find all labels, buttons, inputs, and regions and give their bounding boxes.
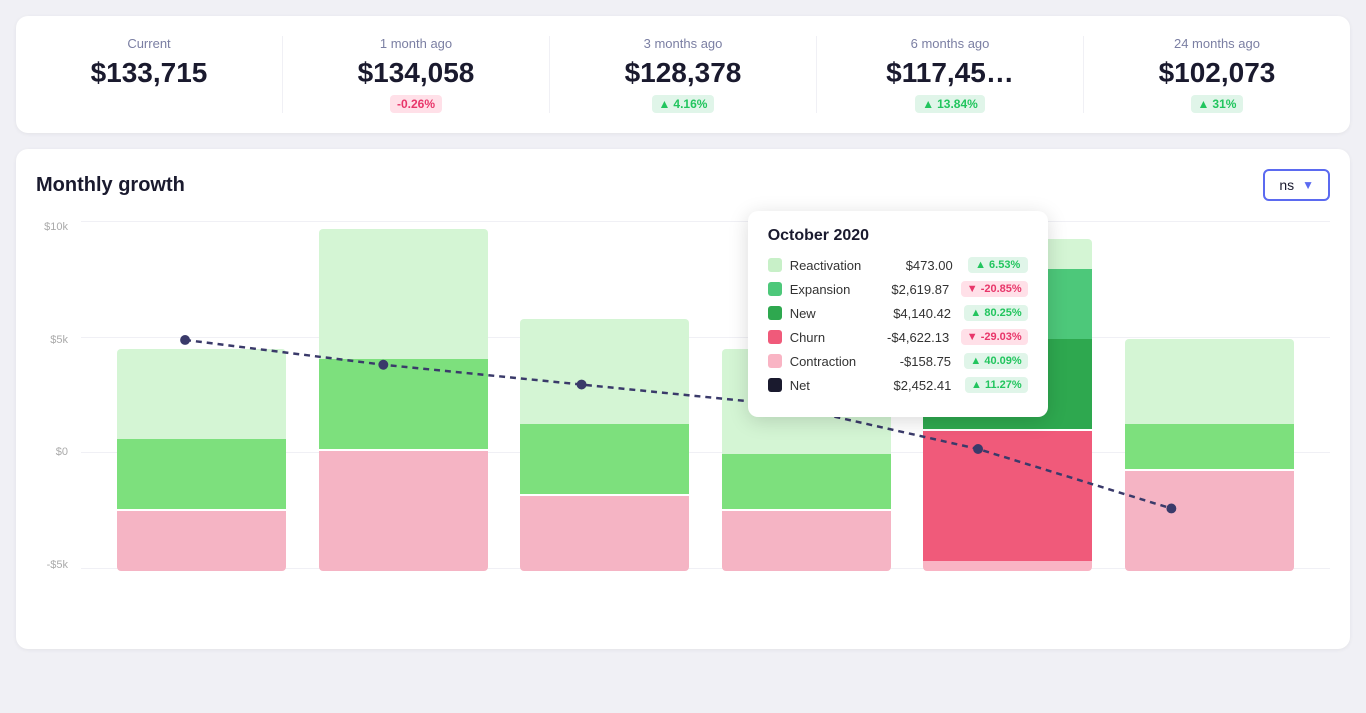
metric-6m: 6 months ago $117,45… ▲ 13.84%	[817, 36, 1084, 113]
churn-swatch	[768, 330, 782, 344]
y-label-0: $0	[56, 446, 68, 458]
metric-6m-value: $117,45…	[833, 57, 1067, 89]
tooltip-row-reactivation: Reactivation $473.00 ▲ 6.53%	[768, 257, 1028, 273]
metric-24m-value: $102,073	[1100, 57, 1334, 89]
expansion-swatch	[768, 282, 782, 296]
tooltip-row-contraction: Contraction -$158.75 ▲ 40.09%	[768, 353, 1028, 369]
new-swatch	[768, 306, 782, 320]
reactivation-swatch	[768, 258, 782, 272]
expansion-value: $2,619.87	[879, 282, 949, 297]
metric-1m-value: $134,058	[299, 57, 533, 89]
contraction-label: Contraction	[790, 354, 856, 369]
reactivation-value: $473.00	[883, 258, 953, 273]
metric-3m: 3 months ago $128,378 ▲ 4.16%	[550, 36, 817, 113]
metric-1m: 1 month ago $134,058 -0.26%	[283, 36, 550, 113]
bar-group-1	[117, 349, 286, 571]
metric-3m-label: 3 months ago	[566, 36, 800, 51]
metric-6m-label: 6 months ago	[833, 36, 1067, 51]
expansion-label: Expansion	[790, 282, 851, 297]
bars-container	[81, 221, 1330, 571]
tooltip-row-new: New $4,140.42 ▲ 80.25%	[768, 305, 1028, 321]
bar-group-2	[319, 229, 488, 571]
tooltip-row-net: Net $2,452.41 ▲ 11.27%	[768, 377, 1028, 393]
net-value: $2,452.41	[881, 378, 951, 393]
churn-badge: ▼ -29.03%	[961, 329, 1028, 345]
y-axis: $10k $5k $0 -$5k	[36, 221, 76, 571]
chart-area: $10k $5k $0 -$5k	[36, 221, 1330, 601]
chart-section: Monthly growth ns ▼ $10k $5k $0 -$5k	[16, 149, 1350, 649]
metric-6m-badge: ▲ 13.84%	[915, 95, 985, 113]
chart-title: Monthly growth	[36, 174, 185, 197]
contraction-value: -$158.75	[881, 354, 951, 369]
metric-1m-badge: -0.26%	[390, 95, 442, 113]
churn-value: -$4,622.13	[879, 330, 949, 345]
net-label: Net	[790, 378, 810, 393]
metric-current: Current $133,715	[16, 36, 283, 113]
tooltip-title: October 2020	[768, 227, 1028, 245]
contraction-swatch	[768, 354, 782, 368]
net-badge: ▲ 11.27%	[965, 377, 1028, 393]
chart-header: Monthly growth ns ▼	[36, 169, 1330, 201]
reactivation-badge: ▲ 6.53%	[968, 257, 1028, 273]
metric-3m-badge: ▲ 4.16%	[652, 95, 715, 113]
reactivation-label: Reactivation	[790, 258, 862, 273]
chart-tooltip: October 2020 Reactivation $473.00 ▲ 6.53…	[748, 211, 1048, 417]
new-value: $4,140.42	[881, 306, 951, 321]
churn-label: Churn	[790, 330, 825, 345]
chevron-down-icon: ▼	[1302, 178, 1314, 192]
metrics-card: Current $133,715 1 month ago $134,058 -0…	[16, 16, 1350, 133]
metric-24m-label: 24 months ago	[1100, 36, 1334, 51]
metric-1m-label: 1 month ago	[299, 36, 533, 51]
net-swatch	[768, 378, 782, 392]
metric-current-label: Current	[32, 36, 266, 51]
y-label-neg5k: -$5k	[47, 559, 68, 571]
y-label-5k: $5k	[50, 334, 68, 346]
expansion-badge: ▼ -20.85%	[961, 281, 1028, 297]
new-label: New	[790, 306, 816, 321]
tooltip-row-churn: Churn -$4,622.13 ▼ -29.03%	[768, 329, 1028, 345]
bar-group-6	[1125, 339, 1294, 571]
metric-24m: 24 months ago $102,073 ▲ 31%	[1084, 36, 1350, 113]
dropdown-label: ns	[1279, 177, 1294, 193]
bar-group-3	[520, 319, 689, 571]
contraction-badge: ▲ 40.09%	[964, 353, 1027, 369]
tooltip-row-expansion: Expansion $2,619.87 ▼ -20.85%	[768, 281, 1028, 297]
period-dropdown[interactable]: ns ▼	[1263, 169, 1330, 201]
new-badge: ▲ 80.25%	[964, 305, 1027, 321]
y-label-10k: $10k	[44, 221, 68, 233]
metric-3m-value: $128,378	[566, 57, 800, 89]
metric-current-value: $133,715	[32, 57, 266, 89]
metric-24m-badge: ▲ 31%	[1191, 95, 1244, 113]
